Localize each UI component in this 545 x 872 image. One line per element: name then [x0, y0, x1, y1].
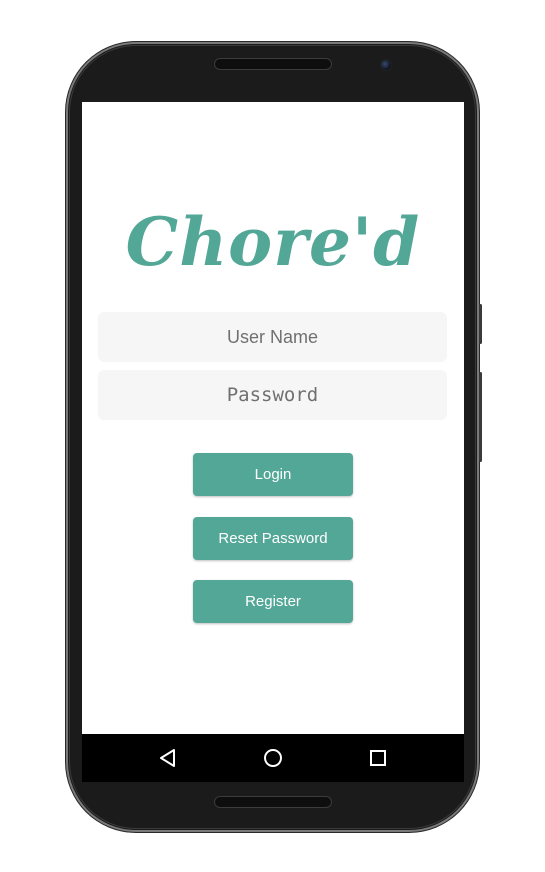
volume-button [479, 372, 482, 462]
power-button [479, 304, 482, 344]
front-camera [380, 59, 392, 71]
password-input[interactable] [98, 370, 447, 420]
home-circle-icon [264, 749, 282, 767]
back-button[interactable] [154, 744, 182, 772]
login-button[interactable]: Login [193, 453, 353, 496]
home-button[interactable] [259, 744, 287, 772]
username-input[interactable] [98, 312, 447, 362]
recents-button[interactable] [364, 744, 392, 772]
register-button[interactable]: Register [193, 580, 353, 623]
android-navigation-bar [82, 734, 464, 782]
login-screen: Chore'd Login Reset Password Register [82, 102, 464, 734]
bottom-speaker-grille [214, 796, 332, 808]
app-logo: Chore'd [125, 203, 421, 281]
reset-password-button[interactable]: Reset Password [193, 517, 353, 560]
back-triangle-icon [160, 749, 175, 767]
top-speaker-grille [214, 58, 332, 70]
recents-square-icon [370, 750, 386, 766]
